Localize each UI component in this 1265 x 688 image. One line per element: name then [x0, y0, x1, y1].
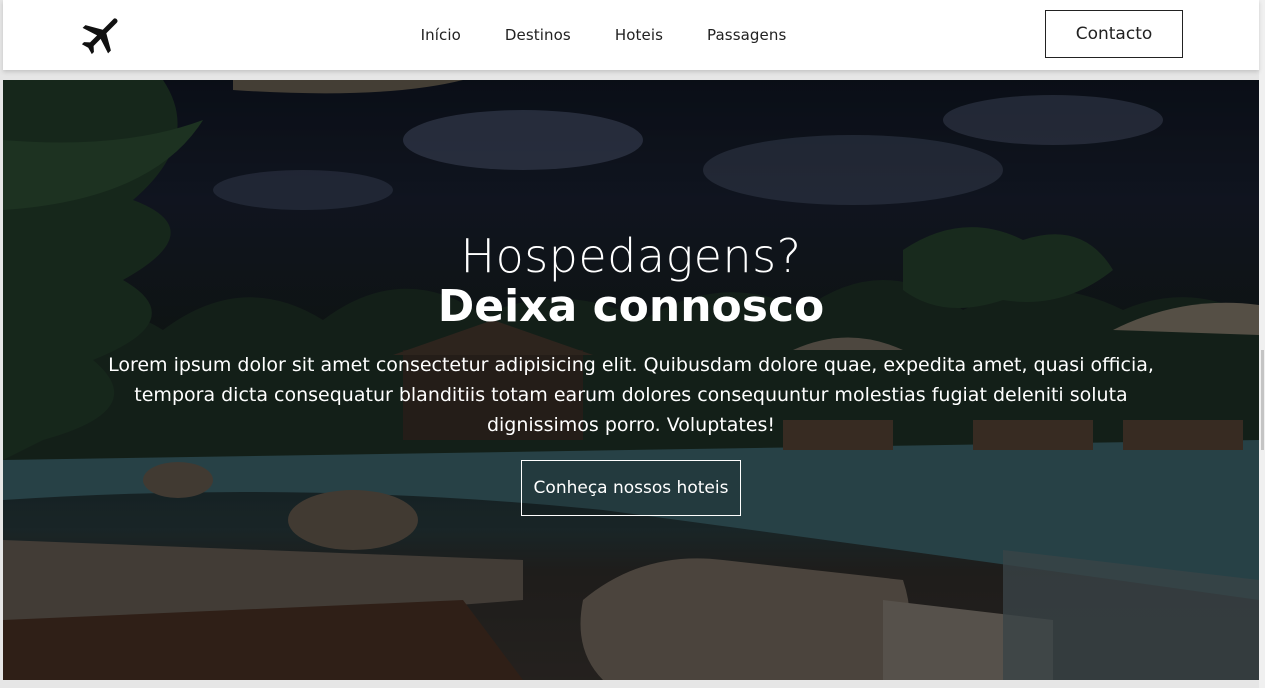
nav-destinos[interactable]: Destinos: [505, 26, 571, 44]
nav-passagens[interactable]: Passagens: [707, 26, 786, 44]
nav-hoteis[interactable]: Hoteis: [615, 26, 663, 44]
hotels-button[interactable]: Conheça nossos hoteis: [521, 460, 741, 516]
nav-inicio[interactable]: Início: [421, 26, 461, 44]
hero-section: Hospedagens? Deixa connosco Lorem ipsum …: [3, 80, 1259, 680]
site-header: Início Destinos Hoteis Passagens Contact…: [3, 0, 1259, 70]
scrollbar-track[interactable]: [1259, 0, 1265, 688]
scrollbar-thumb[interactable]: [1261, 350, 1264, 450]
hero-title-line1: Hospedagens?: [460, 229, 802, 283]
hero-description: Lorem ipsum dolor sit amet consectetur a…: [108, 354, 1154, 436]
contact-button[interactable]: Contacto: [1045, 10, 1183, 58]
hero-title-line2: Deixa connosco: [437, 281, 825, 332]
hero-content: Hospedagens? Deixa connosco Lorem ipsum …: [3, 230, 1259, 516]
browser-viewport: Início Destinos Hoteis Passagens Contact…: [0, 0, 1265, 688]
